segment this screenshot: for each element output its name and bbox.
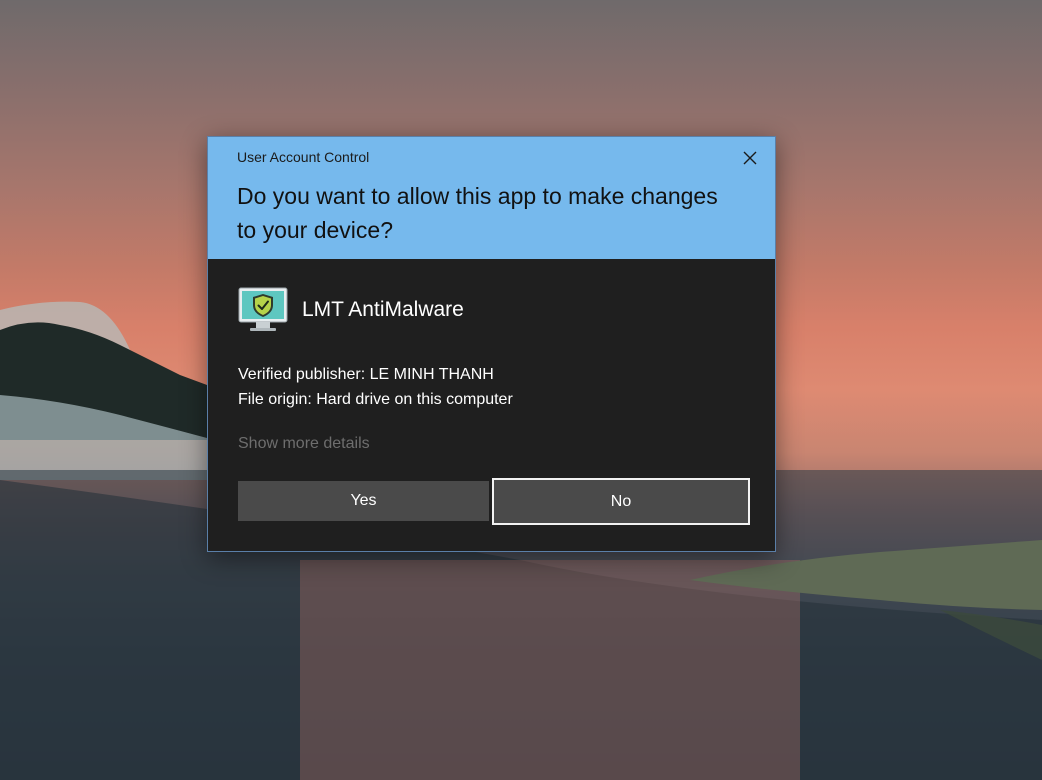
dialog-caption: User Account Control xyxy=(237,149,370,165)
app-details: Verified publisher: LE MINH THANH File o… xyxy=(238,362,513,412)
close-icon xyxy=(743,151,757,165)
uac-dialog: User Account Control Do you want to allo… xyxy=(207,136,776,552)
show-more-details-link[interactable]: Show more details xyxy=(238,435,370,453)
app-info: LMT AntiMalware xyxy=(238,287,464,333)
publisher-line: Verified publisher: LE MINH THANH xyxy=(238,366,494,383)
yes-button[interactable]: Yes xyxy=(238,481,489,521)
app-name: LMT AntiMalware xyxy=(302,298,464,321)
close-button[interactable] xyxy=(735,145,765,171)
origin-line: File origin: Hard drive on this computer xyxy=(238,391,513,408)
dialog-question: Do you want to allow this app to make ch… xyxy=(237,183,718,243)
no-button[interactable]: No xyxy=(492,478,750,525)
desktop: User Account Control Do you want to allo… xyxy=(0,0,1042,780)
dialog-header: User Account Control Do you want to allo… xyxy=(208,137,775,259)
monitor-shield-check-icon xyxy=(238,287,288,331)
